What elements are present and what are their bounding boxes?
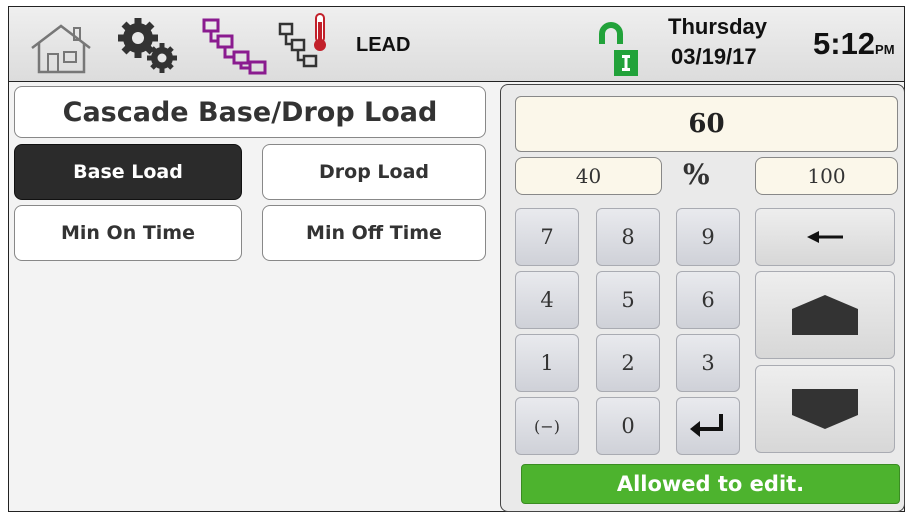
key-1[interactable]: 1 — [515, 334, 579, 392]
home-icon[interactable] — [26, 22, 96, 76]
enter-key[interactable] — [676, 397, 740, 455]
date: 03/19/17 — [671, 44, 757, 69]
key-5[interactable]: 5 — [596, 271, 660, 329]
drop-load-button[interactable]: Drop Load — [262, 144, 486, 200]
time-value: 5:12 — [813, 26, 876, 61]
cascade-temperature-icon[interactable] — [278, 12, 340, 76]
lock-status-icon — [599, 22, 638, 76]
base-load-button[interactable]: Base Load — [14, 144, 242, 200]
key-3[interactable]: 3 — [676, 334, 740, 392]
backspace-arrow-icon — [807, 231, 843, 243]
value-display: 60 — [515, 96, 898, 152]
settings-gears-icon[interactable] — [112, 16, 186, 76]
increment-key[interactable] — [755, 271, 895, 359]
range-min: 40 — [515, 157, 662, 195]
negative-key[interactable]: (−) — [515, 397, 579, 455]
min-off-time-button[interactable]: Min Off Time — [262, 205, 486, 261]
key-0[interactable]: 0 — [596, 397, 660, 455]
key-8[interactable]: 8 — [596, 208, 660, 266]
backspace-key[interactable] — [755, 208, 895, 266]
cascade-network-icon[interactable] — [202, 18, 268, 76]
decrement-key[interactable] — [755, 365, 895, 453]
clock: 5:12PM — [813, 26, 895, 62]
mode-label: LEAD — [356, 34, 411, 56]
key-7[interactable]: 7 — [515, 208, 579, 266]
time-ampm: PM — [875, 42, 895, 57]
key-6[interactable]: 6 — [676, 271, 740, 329]
min-on-time-button[interactable]: Min On Time — [14, 205, 242, 261]
key-4[interactable]: 4 — [515, 271, 579, 329]
unit-label: % — [683, 158, 710, 191]
up-arrow-icon — [792, 295, 858, 335]
edit-status-banner: Allowed to edit. — [521, 464, 900, 504]
enter-icon — [690, 414, 723, 437]
range-max: 100 — [755, 157, 898, 195]
day-of-week: Thursday — [668, 14, 768, 39]
key-2[interactable]: 2 — [596, 334, 660, 392]
key-9[interactable]: 9 — [676, 208, 740, 266]
down-arrow-icon — [792, 389, 858, 429]
page-title: Cascade Base/Drop Load — [14, 86, 486, 138]
